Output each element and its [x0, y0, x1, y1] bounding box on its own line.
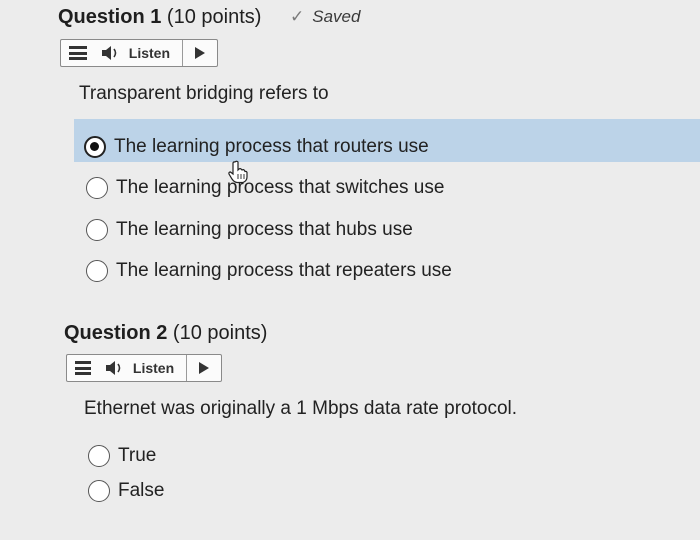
- option-switches[interactable]: The learning process that switches use: [86, 177, 444, 199]
- hand-pointer-icon: [228, 160, 248, 184]
- menu-icon[interactable]: [69, 46, 87, 60]
- question-1-prompt: Transparent bridging refers to: [79, 83, 329, 104]
- option-false[interactable]: False: [88, 480, 164, 502]
- option-routers[interactable]: The learning process that routers use: [84, 136, 429, 158]
- option-true[interactable]: True: [88, 445, 156, 467]
- saved-label: Saved: [312, 7, 361, 26]
- question-2-points: (10 points): [172, 322, 268, 344]
- question-1-title: Question 1 (10 points): [58, 6, 261, 29]
- option-label: The learning process that repeaters use: [116, 260, 452, 281]
- question-2-title: Question 2 (10 points): [64, 322, 267, 345]
- listen-toolbar-q2: Listen: [66, 354, 222, 382]
- radio-button-selected[interactable]: [84, 136, 106, 158]
- radio-button[interactable]: [86, 177, 108, 199]
- radio-button[interactable]: [86, 260, 108, 282]
- check-icon: ✓: [290, 7, 305, 26]
- listen-toolbar-q1: Listen: [60, 39, 218, 67]
- option-label: The learning process that switches use: [116, 177, 445, 198]
- radio-button[interactable]: [88, 480, 110, 502]
- option-hubs[interactable]: The learning process that hubs use: [86, 219, 413, 241]
- option-label: True: [118, 445, 157, 466]
- option-repeaters[interactable]: The learning process that repeaters use: [86, 260, 452, 282]
- radio-button[interactable]: [88, 445, 110, 467]
- listen-label[interactable]: Listen: [133, 360, 174, 376]
- menu-icon[interactable]: [75, 361, 91, 375]
- speaker-icon[interactable]: [101, 45, 123, 61]
- listen-label[interactable]: Listen: [129, 45, 170, 61]
- saved-status: ✓ Saved: [290, 7, 360, 27]
- play-icon[interactable]: [195, 47, 205, 59]
- question-2-label: Question 2: [64, 322, 168, 344]
- question-2-prompt: Ethernet was originally a 1 Mbps data ra…: [84, 398, 518, 419]
- divider: [186, 355, 187, 381]
- question-1-points: (10 points): [166, 6, 262, 28]
- question-1-label: Question 1: [58, 6, 162, 28]
- divider: [182, 40, 183, 66]
- option-label: The learning process that hubs use: [116, 219, 413, 240]
- radio-button[interactable]: [86, 219, 108, 241]
- option-label: False: [118, 480, 165, 501]
- speaker-icon[interactable]: [105, 360, 127, 376]
- option-label: The learning process that routers use: [114, 136, 429, 157]
- play-icon[interactable]: [199, 362, 209, 374]
